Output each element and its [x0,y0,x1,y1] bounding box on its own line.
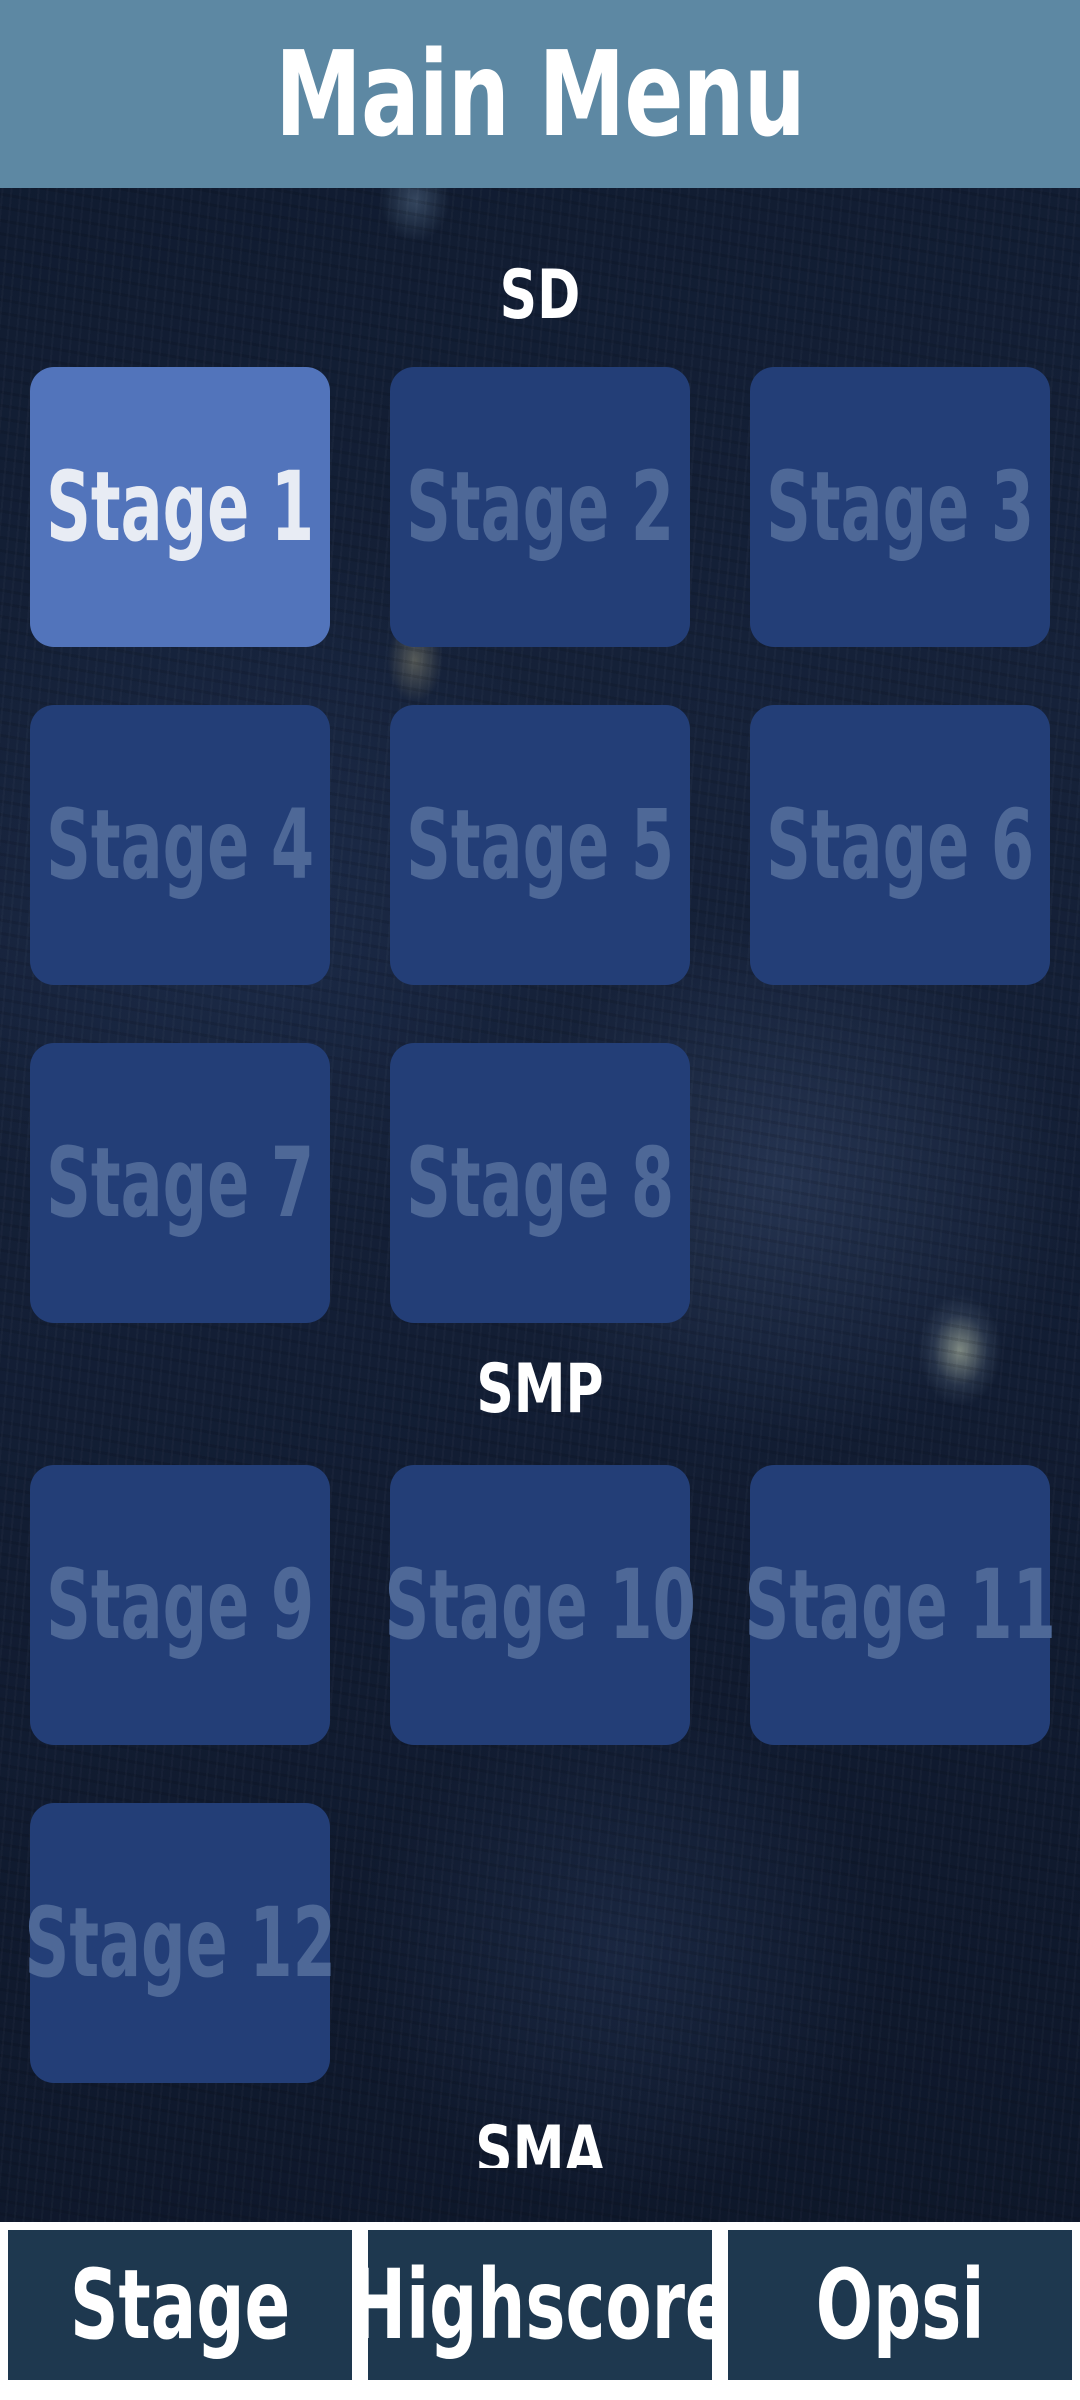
stage-label: Stage 12 [24,1887,336,1999]
stage-12-button[interactable]: Stage 12 [24,1803,336,2083]
stage-label: Stage 4 [45,789,315,901]
tab-highscore[interactable]: Highscore [350,2230,730,2380]
stage-6-button[interactable]: Stage 6 [750,705,1050,985]
stage-11-button[interactable]: Stage 11 [744,1465,1056,1745]
tab-opsi[interactable]: Opsi [728,2230,1072,2380]
stage-label: Stage 5 [405,789,675,901]
stage-label: Stage 11 [744,1549,1056,1661]
stage-3-button[interactable]: Stage 3 [750,367,1050,647]
stage-1-button[interactable]: Stage 1 [30,367,330,647]
stage-label: Stage 8 [405,1127,675,1239]
section-label-sd: SD [499,256,581,335]
stage-label: Stage 3 [765,451,1035,563]
section-label-sma: SMA [475,2118,605,2168]
stage-4-button[interactable]: Stage 4 [30,705,330,985]
stage-10-button[interactable]: Stage 10 [384,1465,696,1745]
stage-label: Stage 6 [765,789,1035,901]
stage-8-button[interactable]: Stage 8 [390,1043,690,1323]
stage-2-button[interactable]: Stage 2 [390,367,690,647]
stage-7-button[interactable]: Stage 7 [30,1043,330,1323]
stage-grid-smp: Stage 9 Stage 10 Stage 11 Stage 12 [24,1465,1056,2083]
section-label-smp: SMP [476,1350,604,1429]
stage-label: Stage 7 [45,1127,315,1239]
stage-5-button[interactable]: Stage 5 [390,705,690,985]
tab-stage[interactable]: Stage [8,2230,352,2380]
stage-label: Stage 10 [384,1549,696,1661]
stage-label: Stage 1 [45,451,315,563]
tab-label: Opsi [815,2249,985,2361]
page-title: Main Menu [275,25,806,163]
stage-grid-sd: Stage 1 Stage 2 Stage 3 Stage 4 Stage 5 … [30,367,1050,1323]
stage-label: Stage 2 [405,451,675,563]
app-header: Main Menu [0,0,1080,188]
stage-9-button[interactable]: Stage 9 [30,1465,330,1745]
stage-label: Stage 9 [45,1549,315,1661]
tab-label: Stage [69,2249,291,2361]
tab-label: Highscore [349,2249,731,2361]
